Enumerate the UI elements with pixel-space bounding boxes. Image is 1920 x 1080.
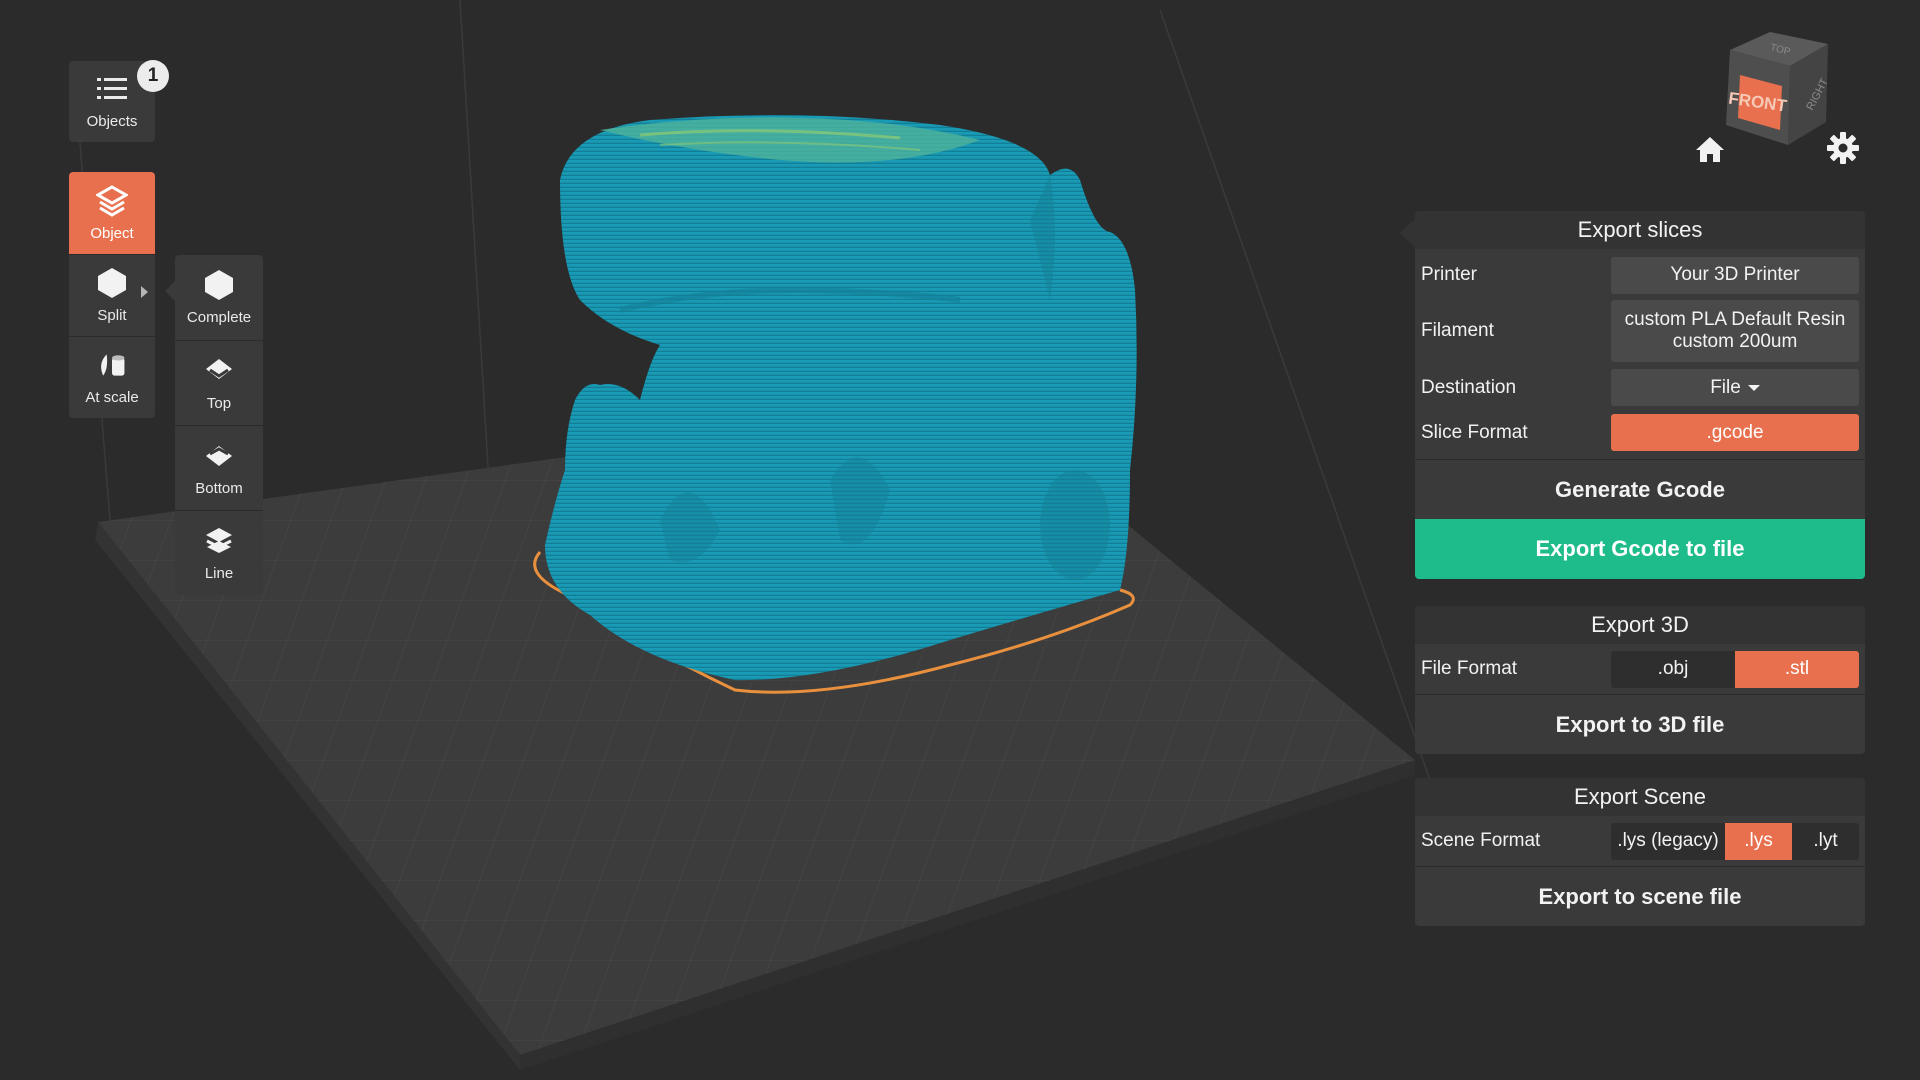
file-format-selector: .obj .stl: [1611, 650, 1859, 688]
export-slices-title: Export slices: [1415, 211, 1865, 249]
file-format-stl-option[interactable]: .stl: [1735, 650, 1859, 688]
hexagon-icon: [96, 267, 128, 299]
file-format-obj-option[interactable]: .obj: [1611, 651, 1735, 688]
object-label: Object: [90, 224, 134, 242]
slice-format-label: Slice Format: [1421, 421, 1528, 443]
split-top-option[interactable]: Top: [175, 340, 263, 425]
view-cube[interactable]: FRONT RIGHT TOP: [1710, 30, 1840, 155]
split-submenu: Complete Top Bottom Line: [165, 255, 263, 595]
export-scene-title: Export Scene: [1415, 778, 1865, 816]
objects-label: Objects: [86, 113, 138, 130]
top-label: Top: [206, 394, 232, 412]
scale-objects-icon: [96, 349, 128, 381]
scene-format-label: Scene Format: [1421, 830, 1541, 851]
filament-label: Filament: [1421, 320, 1494, 341]
scene-format-lyt-option[interactable]: .lyt: [1792, 823, 1859, 860]
slice-format-gcode-option[interactable]: .gcode: [1611, 414, 1859, 451]
generate-gcode-button[interactable]: Generate Gcode: [1415, 459, 1865, 519]
scene-format-lys-option[interactable]: .lys: [1724, 822, 1792, 860]
filament-line-1: custom PLA Default Resin: [1624, 309, 1846, 330]
scene-format-lys-legacy-option[interactable]: .lys (legacy): [1611, 823, 1725, 860]
split-bottom-option[interactable]: Bottom: [175, 425, 263, 510]
split-top-icon: [203, 355, 235, 387]
caret-down-icon: [1747, 384, 1760, 391]
export-scene-panel: Export Scene Scene Format .lys (legacy) …: [1415, 778, 1865, 926]
export-slices-panel: Export slices Printer Your 3D Printer Fi…: [1399, 211, 1865, 579]
filament-select[interactable]: custom PLA Default Resin custom 200um: [1611, 300, 1859, 362]
scene-format-selector: .lys (legacy) .lys .lyt: [1611, 822, 1859, 860]
at-scale-label: At scale: [85, 389, 139, 406]
file-format-label: File Format: [1421, 658, 1518, 679]
export-3d-panel: Export 3D File Format .obj .stl Export t…: [1415, 606, 1865, 754]
home-icon[interactable]: [1694, 133, 1726, 165]
export-3d-title: Export 3D: [1415, 606, 1865, 644]
filament-line-2: custom 200um: [1672, 331, 1798, 352]
split-label: Split: [97, 307, 127, 324]
split-complete-option[interactable]: Complete: [175, 255, 263, 340]
printer-select[interactable]: Your 3D Printer: [1611, 256, 1859, 294]
destination-label: Destination: [1421, 376, 1517, 398]
bottom-label: Bottom: [195, 479, 243, 497]
caret-right-icon: [141, 286, 148, 298]
split-bottom-icon: [203, 440, 235, 472]
gear-icon[interactable]: [1826, 131, 1860, 165]
export-3d-file-button[interactable]: Export to 3D file: [1415, 694, 1865, 754]
layers-icon: [96, 184, 128, 217]
sliced-model: [545, 115, 1137, 681]
line-label: Line: [204, 564, 234, 582]
export-scene-file-button[interactable]: Export to scene file: [1415, 866, 1865, 926]
at-scale-button[interactable]: At scale: [69, 336, 155, 418]
hexagon-icon: [203, 269, 235, 301]
object-button[interactable]: Object: [69, 172, 155, 254]
split-line-option[interactable]: Line: [175, 510, 263, 595]
complete-label: Complete: [186, 309, 252, 326]
destination-value: File: [1710, 376, 1741, 398]
objects-count-badge: 1: [137, 60, 169, 92]
printer-label: Printer: [1421, 264, 1477, 285]
export-gcode-button[interactable]: Export Gcode to file: [1415, 519, 1865, 579]
split-line-icon: [203, 525, 235, 557]
list-icon: [96, 73, 128, 105]
destination-dropdown[interactable]: File: [1611, 369, 1859, 406]
